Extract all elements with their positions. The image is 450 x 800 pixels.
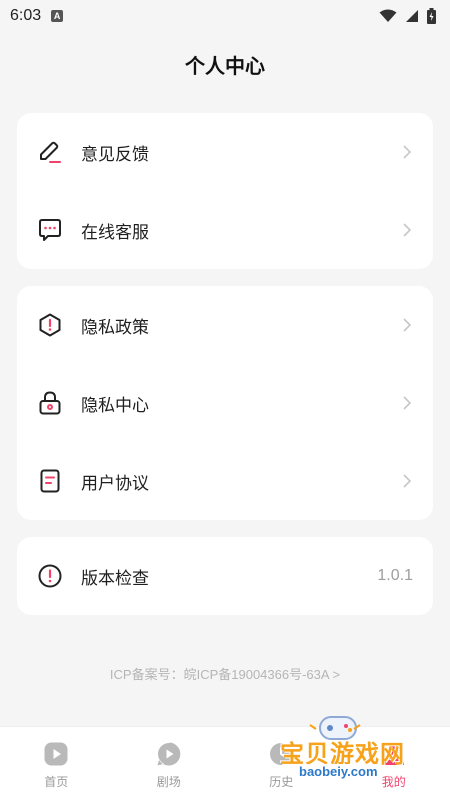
chevron-right-icon: [403, 145, 412, 159]
info-circle-icon: [37, 563, 63, 589]
tab-theater[interactable]: 剧场: [113, 727, 226, 800]
chat-bubble-icon: [37, 217, 63, 243]
icp-link[interactable]: ICP备案号：皖ICP备19004366号-63A >: [0, 664, 450, 683]
tab-label: 我的: [381, 775, 406, 789]
tab-home[interactable]: 首页: [0, 727, 113, 800]
theater-icon: [157, 742, 181, 766]
chevron-right-icon: [403, 474, 412, 488]
menu-item-version-check[interactable]: 版本检查 1.0.1: [17, 537, 433, 615]
menu-item-user-agreement[interactable]: 用户协议: [17, 442, 433, 520]
watermark-url: baobeiy.com: [296, 764, 381, 779]
menu-item-label: 在线客服: [81, 222, 149, 242]
wifi-icon: [379, 9, 397, 22]
privacy-shield-icon: [37, 312, 63, 338]
menu-item-online-service[interactable]: 在线客服: [17, 191, 433, 269]
menu-item-privacy-center[interactable]: 隐私中心: [17, 364, 433, 442]
battery-icon: [427, 8, 436, 24]
menu-item-label: 用户协议: [81, 473, 149, 493]
status-icons: [379, 8, 436, 24]
chevron-right-icon: [403, 396, 412, 410]
version-value: 1.0.1: [377, 567, 413, 584]
chevron-right-icon: [403, 223, 412, 237]
menu-card-privacy: 隐私政策 隐私中心 用户协议: [17, 286, 433, 520]
document-icon: [37, 468, 63, 494]
home-play-icon: [44, 742, 68, 766]
feedback-pen-icon: [37, 139, 63, 165]
lock-icon: [37, 390, 63, 416]
tab-label: 首页: [44, 775, 69, 789]
menu-item-feedback[interactable]: 意见反馈: [17, 113, 433, 191]
notification-icon: A: [51, 10, 64, 22]
status-bar: 6:03 A: [0, 0, 450, 32]
page-title: 个人中心: [185, 56, 265, 78]
tab-label: 历史: [269, 775, 294, 789]
tab-label: 剧场: [156, 775, 181, 789]
menu-card-support: 意见反馈 在线客服: [17, 113, 433, 269]
menu-item-label: 意见反馈: [81, 144, 149, 164]
menu-card-version: 版本检查 1.0.1: [17, 537, 433, 615]
status-time: 6:03: [10, 7, 42, 24]
menu-item-privacy-policy[interactable]: 隐私政策: [17, 286, 433, 364]
signal-icon: [406, 10, 418, 22]
chevron-right-icon: [403, 318, 412, 332]
menu-item-label: 隐私中心: [81, 395, 149, 415]
menu-item-label: 隐私政策: [81, 317, 149, 337]
menu-item-label: 版本检查: [81, 568, 149, 588]
